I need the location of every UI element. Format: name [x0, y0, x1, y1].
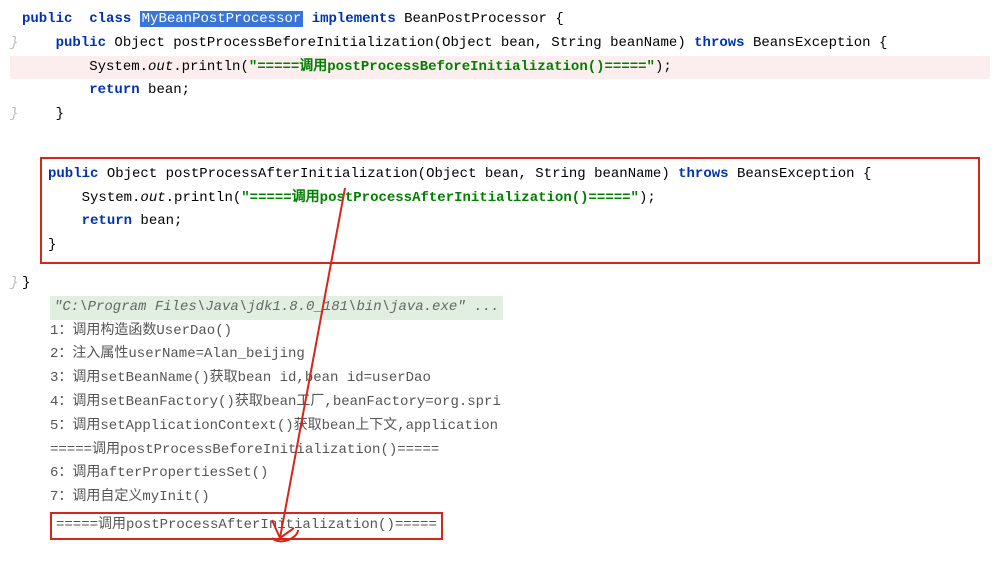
method2-highlight-box: public Object postProcessAfterInitializa… — [40, 157, 980, 264]
method2-close: } — [48, 234, 972, 258]
method2-return: return bean; — [48, 210, 972, 234]
output-header: "C:\Program Files\Java\jdk1.8.0_181\bin\… — [50, 296, 503, 320]
output-line: 7：调用自定义myInit() — [50, 486, 990, 510]
code-line-class-decl: public class MyBeanPostProcessor impleme… — [10, 8, 990, 32]
output-line: 6：调用afterPropertiesSet() — [50, 462, 990, 486]
code-viewer: public class MyBeanPostProcessor impleme… — [10, 8, 990, 542]
console-output: "C:\Program Files\Java\jdk1.8.0_181\bin\… — [50, 296, 990, 542]
keyword-implements: implements — [312, 11, 396, 27]
output-line: 3：调用setBeanName()获取bean id,bean id=userD… — [50, 367, 990, 391]
method1-sig-rest: Object postProcessBeforeInitialization(O… — [106, 35, 694, 51]
interface-name: BeanPostProcessor { — [404, 11, 564, 27]
method1-return: return bean; — [10, 79, 990, 103]
return-val: bean; — [132, 213, 182, 229]
keyword-return: return — [82, 213, 132, 229]
print-string: "=====调用postProcessBeforeInitialization(… — [249, 59, 655, 75]
keyword-public: public — [56, 35, 106, 51]
print-mid: .println( — [166, 190, 242, 206]
method1-signature: } public Object postProcessBeforeInitial… — [10, 32, 990, 56]
method2-exc: BeansException { — [729, 166, 872, 182]
keyword-return: return — [89, 82, 139, 98]
return-val: bean; — [140, 82, 190, 98]
class-name-highlight[interactable]: MyBeanPostProcessor — [140, 11, 304, 27]
output-line: 2：注入属性userName=Alan_beijing — [50, 343, 990, 367]
print-out: out — [148, 59, 173, 75]
keyword-throws: throws — [678, 166, 728, 182]
method1-print-line: System.out.println("=====调用postProcessBe… — [10, 56, 990, 80]
print-out: out — [140, 190, 165, 206]
print-post: ); — [655, 59, 672, 75]
print-mid: .println( — [173, 59, 249, 75]
output-line: =====调用postProcessBeforeInitialization()… — [50, 439, 990, 463]
output-line: 1：调用构造函数UserDao() — [50, 320, 990, 344]
keyword-public: public — [22, 11, 72, 27]
keyword-class: class — [89, 11, 131, 27]
keyword-public: public — [48, 166, 98, 182]
print-pre: System. — [89, 59, 148, 75]
blank-line — [10, 127, 990, 151]
output-line: 4：调用setBeanFactory()获取bean工厂,beanFactory… — [50, 391, 990, 415]
output-highlight-box: =====调用postProcessAfterInitialization()=… — [50, 512, 443, 540]
method2-sig-rest: Object postProcessAfterInitialization(Ob… — [98, 166, 678, 182]
method1-exc: BeansException { — [745, 35, 888, 51]
print-string: "=====调用postProcessAfterInitialization()… — [241, 190, 639, 206]
keyword-throws: throws — [694, 35, 744, 51]
method1-close: } } — [10, 103, 990, 127]
class-close: }} — [10, 272, 990, 296]
print-pre: System. — [82, 190, 141, 206]
method2-signature: public Object postProcessAfterInitializa… — [48, 163, 972, 187]
output-line: 5：调用setApplicationContext()获取bean上下文,app… — [50, 415, 990, 439]
method2-print-line: System.out.println("=====调用postProcessAf… — [48, 187, 972, 211]
print-post: ); — [639, 190, 656, 206]
